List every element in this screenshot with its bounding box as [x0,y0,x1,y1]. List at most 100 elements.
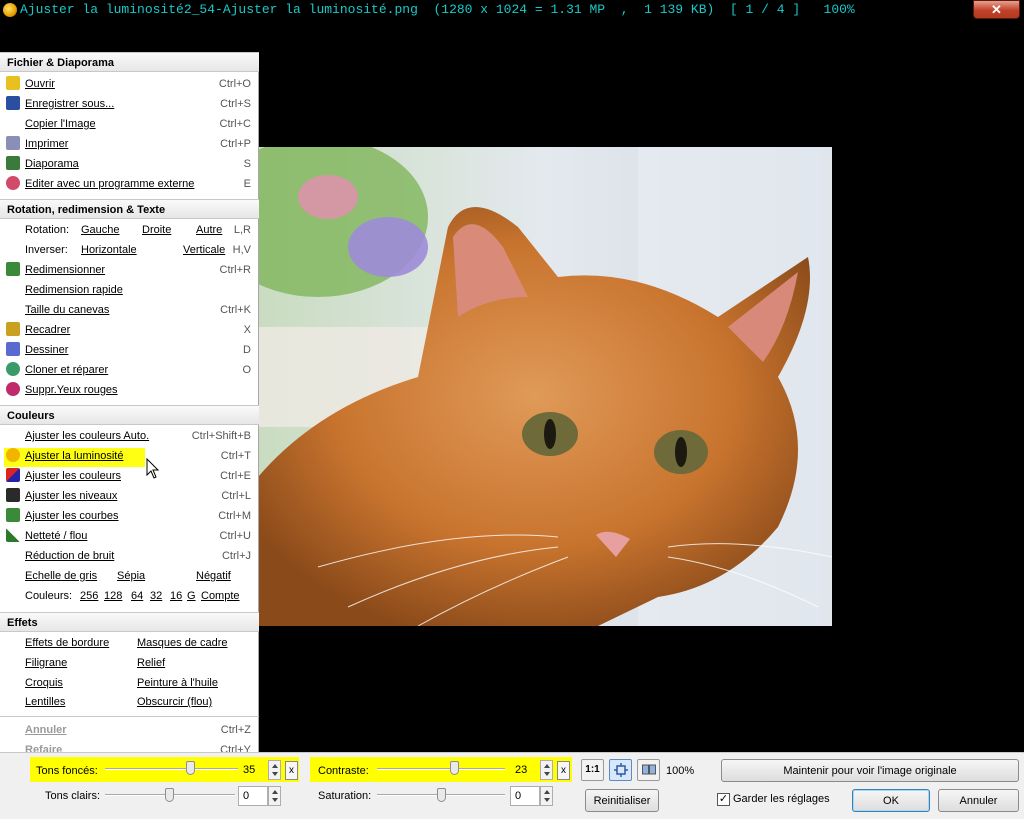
menu-item-imprimer[interactable]: Imprimer [25,138,68,150]
saturation-slider[interactable] [437,788,446,802]
menu-item-recadrer[interactable]: Recadrer [25,324,70,336]
cancel-button[interactable]: Annuler [938,789,1019,812]
menu-item-reduction-bruit[interactable]: Réduction de bruit [25,550,114,562]
menu-item-croquis[interactable]: Croquis [25,677,63,689]
cat-image [258,147,832,626]
colors-256-link[interactable]: 256 [80,590,98,602]
shortcut: Ctrl+J [221,550,251,562]
contraste-label: Contraste: [318,765,369,777]
fit-window-button[interactable] [609,759,632,781]
menu-item-negatif[interactable]: Négatif [196,570,231,582]
zoom-level: 100% [666,765,695,777]
menu-item-sepia[interactable]: Sépia [117,570,145,582]
contraste-reset[interactable]: x [557,761,570,780]
tons-clairs-slider[interactable] [165,788,174,802]
shortcut: D [243,344,251,356]
contraste-spinner[interactable] [540,760,553,780]
flip-horizontal-link[interactable]: Horizontale [81,244,137,256]
keep-settings-label: Garder les réglages [733,793,830,805]
window-title: Ajuster la luminosité2_54-Ajuster la lum… [20,2,855,17]
shortcut: O [242,364,251,376]
tons-fonces-slider[interactable] [186,761,195,775]
menu-item-taille-canevas[interactable]: Taille du canevas [25,304,109,316]
shortcut: Ctrl+T [220,450,251,462]
shortcut: Ctrl+Z [220,724,251,736]
menu-item-echelle-gris[interactable]: Echelle de gris [25,570,97,582]
cat-photo [258,147,832,626]
saturation-spinner[interactable] [540,786,553,806]
menu-item-annuler[interactable]: Annuler [25,724,67,736]
menu-item-peinture[interactable]: Peinture à l'huile [137,677,218,689]
compare-button[interactable] [637,759,660,781]
colors-compte-link[interactable]: Compte [201,590,240,602]
rotate-left-link[interactable]: Gauche [81,224,120,236]
show-original-button[interactable]: Maintenir pour voir l'image originale [721,759,1019,782]
rotate-right-link[interactable]: Droite [142,224,171,236]
shortcut: S [243,158,251,170]
menu-item-nettete[interactable]: Netteté / flou [25,530,87,542]
save-icon [6,96,20,110]
menu-item-luminosite[interactable]: Ajuster la luminosité [25,450,123,462]
section-header-couleurs: Couleurs [0,405,259,425]
tons-clairs-spinner[interactable] [268,786,281,806]
tons-clairs-input[interactable]: 0 [238,786,268,806]
menu-item-yeux-rouges[interactable]: Suppr.Yeux rouges [25,384,118,396]
rotate-other-link[interactable]: Autre [196,224,222,236]
flip-vertical-link[interactable]: Verticale [183,244,225,256]
contraste-slider[interactable] [450,761,459,775]
context-menu: Fichier & Diaporama Ouvrir Ctrl+O Enregi… [0,52,259,756]
menu-item-niveaux[interactable]: Ajuster les niveaux [25,490,117,502]
menu-item-redimensionner[interactable]: Redimensionner [25,264,105,276]
menu-item-couleurs-auto[interactable]: Ajuster les couleurs Auto. [25,430,149,442]
section-header-effets: Effets [0,612,259,632]
keep-settings-checkbox[interactable]: ✓ [717,793,730,806]
reset-button[interactable]: Reinitialiser [585,789,659,812]
menu-item-enregistrer[interactable]: Enregistrer sous... [25,98,114,110]
menu-item-filigrane[interactable]: Filigrane [25,657,67,669]
brightness-panel: Tons foncés: 35 x Contraste: 23 x Tons c… [0,752,1024,819]
colors-64-link[interactable]: 64 [131,590,143,602]
menu-item-redimension-rapide[interactable]: Redimension rapide [25,284,123,296]
app-icon [3,3,17,17]
menu-item-masques-cadre[interactable]: Masques de cadre [137,637,228,649]
saturation-input[interactable]: 0 [510,786,540,806]
colors-16-link[interactable]: 16 [170,590,182,602]
colors-32-link[interactable]: 32 [150,590,162,602]
one-to-one-button[interactable]: 1:1 [581,759,604,781]
menu-item-ouvrir[interactable]: Ouvrir [25,78,55,90]
shortcut: H,V [232,244,251,256]
colors-g-link[interactable]: G [187,590,196,602]
tons-fonces-spinner[interactable] [268,760,281,780]
shortcut: Ctrl+S [220,98,251,110]
sharpen-icon [6,528,20,542]
menu-item-lentilles[interactable]: Lentilles [25,696,65,708]
tons-fonces-reset[interactable]: x [285,761,298,780]
clone-stamp-icon [6,362,20,376]
title-bar: Ajuster la luminosité2_54-Ajuster la lum… [0,0,1024,20]
menu-item-editer-externe[interactable]: Editer avec un programme externe [25,178,194,190]
section-header-rotation: Rotation, redimension & Texte [0,199,259,219]
menu-item-ajuster-couleurs[interactable]: Ajuster les couleurs [25,470,121,482]
colors-icon [6,468,20,482]
shortcut: Ctrl+K [220,304,251,316]
menu-item-obscurcir[interactable]: Obscurcir (flou) [137,696,212,708]
draw-icon [6,342,20,356]
menu-item-cloner[interactable]: Cloner et réparer [25,364,108,376]
menu-item-copier[interactable]: Copier l'Image [25,118,96,130]
contraste-track [377,768,505,770]
tons-fonces-label: Tons foncés: [36,765,98,777]
tons-fonces-input[interactable]: 35 [238,760,268,780]
menu-item-diaporama[interactable]: Diaporama [25,158,79,170]
couleurs-label: Couleurs: [25,590,73,602]
menu-item-effets-bordure[interactable]: Effets de bordure [25,637,109,649]
menu-item-relief[interactable]: Relief [137,657,165,669]
menu-item-dessiner[interactable]: Dessiner [25,344,68,356]
shortcut: Ctrl+E [220,470,251,482]
divider [0,716,259,717]
ok-button[interactable]: OK [852,789,930,812]
contraste-input[interactable]: 23 [510,760,540,780]
close-button[interactable]: ✕ [973,0,1020,19]
menu-item-courbes[interactable]: Ajuster les courbes [25,510,119,522]
colors-128-link[interactable]: 128 [104,590,122,602]
shortcut: Ctrl+M [218,510,251,522]
